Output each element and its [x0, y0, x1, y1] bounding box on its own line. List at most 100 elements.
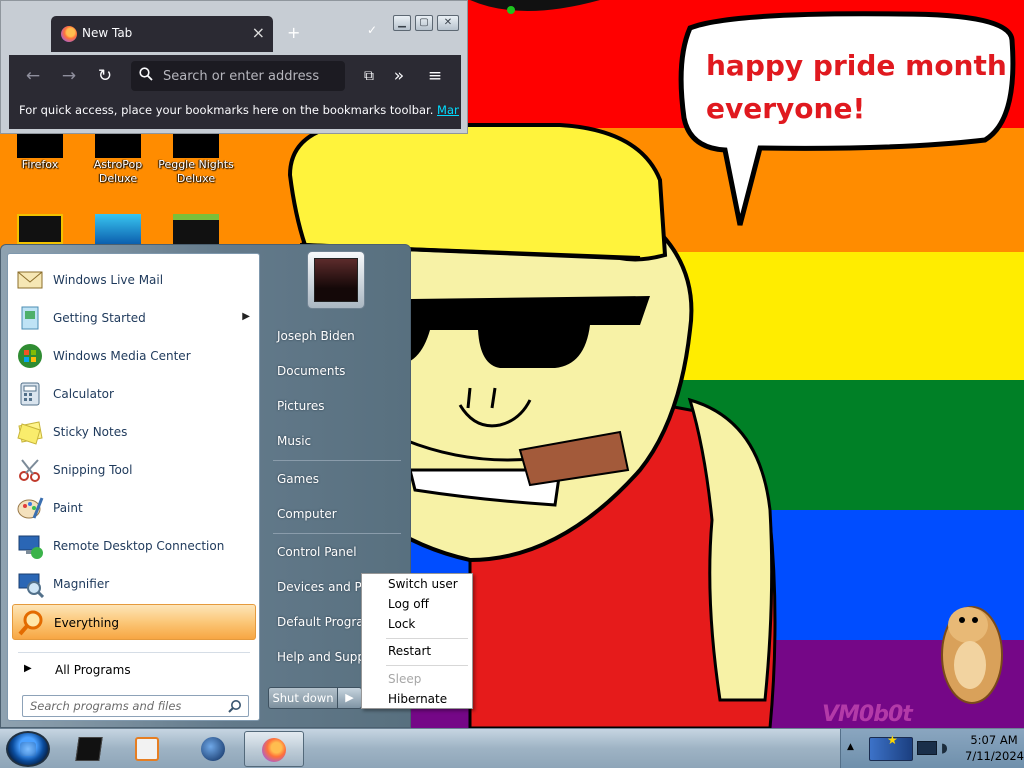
browser-navbar: ← → ↻ ⧉ » ≡ For quick access, place your… — [9, 55, 461, 129]
program-magnifier[interactable]: Magnifier — [12, 566, 256, 602]
start-menu-programs-pane: Windows Live Mail Getting Started ▶ Wind… — [7, 253, 260, 721]
desktop-icon-astropop[interactable]: AstroPop Deluxe — [78, 132, 158, 186]
program-calculator[interactable]: Calculator — [12, 376, 256, 412]
taskbar-firefox[interactable] — [244, 731, 304, 767]
right-link-control-panel[interactable]: Control Panel — [267, 539, 407, 565]
program-windows-live-mail[interactable]: Windows Live Mail — [12, 262, 256, 298]
tab-title: New Tab — [82, 26, 133, 40]
windows-logo-icon — [20, 742, 36, 756]
app-icon — [75, 737, 103, 761]
paint-icon — [17, 497, 44, 519]
desktop-icon-row2-3[interactable] — [156, 214, 236, 244]
character-hat — [287, 123, 668, 262]
puzzle-icon: ⧉ — [364, 68, 374, 84]
hamster-image — [941, 606, 1003, 704]
menu-item-lock[interactable]: Lock — [364, 614, 470, 634]
browser-window: New Tab × + ✓ ▁ ▢ ✕ ← → ↻ ⧉ » — [0, 0, 468, 134]
system-tray: ▲ ★ ◗ 5:07 AM 7/11/2024 — [840, 729, 1024, 768]
minimize-window-button[interactable]: ▁ — [393, 15, 411, 31]
maximize-window-button[interactable]: ▢ — [415, 15, 433, 31]
program-windows-media-center[interactable]: Windows Media Center — [12, 338, 256, 374]
reload-button[interactable]: ↻ — [91, 65, 119, 87]
forward-button[interactable]: → — [55, 65, 83, 87]
right-separator — [273, 460, 401, 461]
right-link-help-support[interactable]: Help and Support — [267, 644, 363, 670]
right-link-games[interactable]: Games — [267, 466, 407, 492]
desktop-icon-peggle-nights[interactable]: Peggle Nights Deluxe — [156, 132, 236, 186]
shutdown-options-button[interactable]: ▶ — [338, 687, 362, 709]
right-link-devices-printers[interactable]: Devices and Printers — [267, 574, 363, 600]
program-getting-started[interactable]: Getting Started ▶ — [12, 300, 256, 336]
program-remote-desktop[interactable]: Remote Desktop Connection — [12, 528, 256, 564]
media-player-icon — [135, 737, 159, 761]
network-icon[interactable] — [917, 741, 937, 755]
right-link-documents[interactable]: Documents — [267, 358, 407, 384]
menu-item-restart[interactable]: Restart — [364, 641, 470, 661]
menu-item-hibernate[interactable]: Hibernate — [364, 689, 470, 709]
wallpaper-watermark: VM0b0t — [822, 702, 913, 727]
menu-item-log-off[interactable]: Log off — [364, 594, 470, 614]
start-button[interactable] — [6, 731, 50, 767]
arrow-right-icon: → — [61, 66, 77, 86]
menu-separator — [386, 638, 468, 639]
avatar-picture — [314, 258, 358, 302]
shutdown-options-menu: Switch user Log off Lock Restart Sleep H… — [361, 573, 473, 709]
user-avatar[interactable] — [307, 251, 365, 309]
browser-tab[interactable]: New Tab × — [51, 16, 273, 52]
chevron-right-icon: ▶ — [345, 691, 354, 704]
program-sticky-notes[interactable]: Sticky Notes — [12, 414, 256, 450]
media-center-icon — [18, 344, 42, 368]
start-search-box[interactable] — [22, 695, 249, 717]
back-button[interactable]: ← — [19, 65, 47, 87]
close-window-button[interactable]: ✕ — [437, 15, 459, 31]
desktop-icon-row2-1[interactable] — [0, 214, 80, 244]
firefox-icon — [17, 132, 63, 158]
mail-icon — [17, 271, 43, 289]
bookmarks-toolbar-hint: For quick access, place your bookmarks h… — [19, 103, 459, 117]
right-link-default-programs[interactable]: Default Programs — [267, 609, 363, 635]
overflow-button[interactable]: » — [385, 65, 413, 87]
right-link-pictures[interactable]: Pictures — [267, 393, 407, 419]
programs-separator — [18, 652, 250, 653]
everything-icon — [18, 610, 43, 636]
right-link-computer[interactable]: Computer — [267, 501, 407, 527]
globe-icon — [201, 737, 225, 761]
desktop-icon-firefox[interactable]: Firefox — [0, 132, 80, 172]
new-tab-icon[interactable]: + — [287, 23, 300, 42]
browser-tabbar: New Tab × + ✓ ▁ ▢ ✕ — [1, 1, 469, 55]
calculator-icon — [20, 382, 40, 406]
diamond-icon — [95, 214, 141, 244]
menu-separator — [386, 665, 468, 666]
volume-icon[interactable]: ◗ — [941, 741, 948, 756]
program-paint[interactable]: Paint — [12, 490, 256, 526]
plant-icon — [173, 214, 219, 244]
show-hidden-icons-button[interactable]: ▲ — [847, 742, 854, 752]
taskbar-app-1[interactable] — [62, 731, 116, 767]
chevron-right-icon: ▶ — [24, 663, 32, 674]
shutdown-button[interactable]: Shut down — [268, 687, 338, 709]
close-tab-icon[interactable]: × — [252, 23, 265, 42]
menu-item-switch-user[interactable]: Switch user — [364, 574, 470, 594]
extensions-button[interactable]: ⧉ — [355, 65, 383, 87]
right-link-music[interactable]: Music — [267, 428, 407, 454]
start-search-input[interactable] — [30, 698, 220, 714]
hamburger-icon: ≡ — [427, 66, 443, 86]
app-menu-button[interactable]: ≡ — [421, 65, 449, 87]
address-input[interactable] — [163, 65, 343, 87]
tray-icons: ★ ◗ — [865, 733, 955, 763]
address-bar[interactable] — [131, 61, 345, 91]
taskbar-app-3[interactable] — [186, 731, 240, 767]
taskbar-clock[interactable]: 5:07 AM 7/11/2024 — [965, 732, 1024, 764]
chevron-down-icon[interactable]: ✓ — [367, 23, 377, 37]
right-link-user[interactable]: Joseph Biden — [267, 323, 407, 349]
star-icon: ★ — [887, 733, 898, 747]
manage-bookmarks-link[interactable]: Manage bo — [437, 103, 459, 117]
desktop-icon-row2-2[interactable] — [78, 214, 158, 244]
all-programs-button[interactable]: ▶ All Programs — [12, 656, 256, 684]
remote-desktop-icon — [18, 535, 43, 559]
search-icon — [139, 67, 153, 81]
program-everything[interactable]: Everything — [12, 604, 256, 640]
program-snipping-tool[interactable]: Snipping Tool — [12, 452, 256, 488]
astropop-icon — [95, 132, 141, 158]
taskbar-media-player[interactable] — [120, 731, 174, 767]
